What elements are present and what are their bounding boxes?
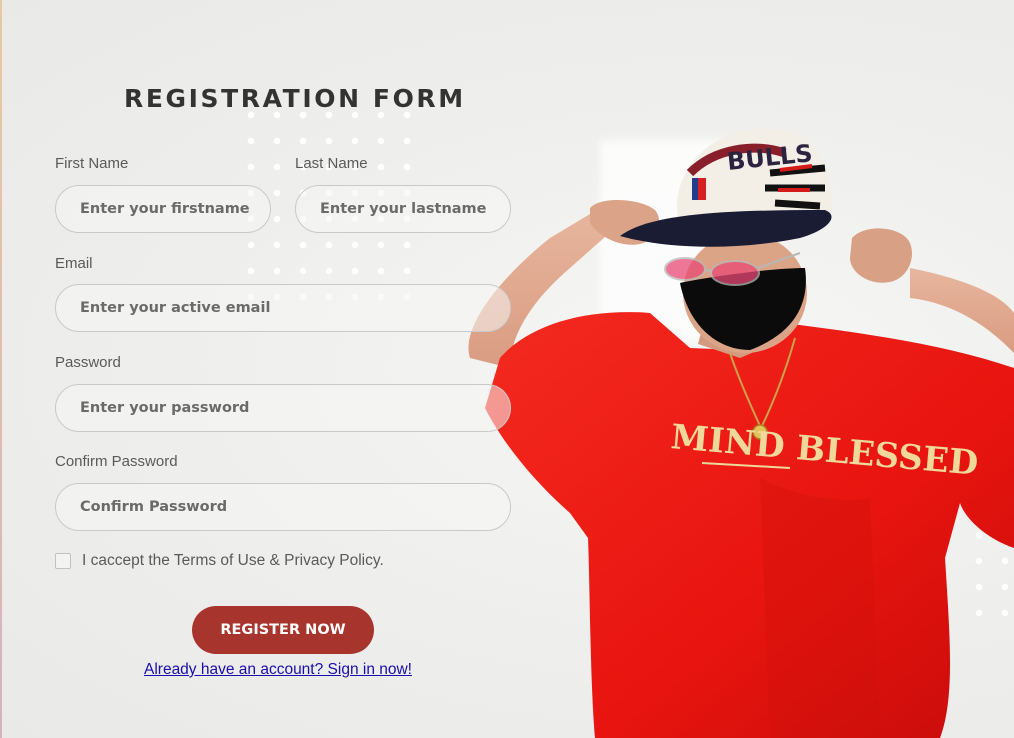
register-button[interactable]: REGISTER NOW xyxy=(192,606,374,654)
last-name-label: Last Name xyxy=(295,155,368,172)
first-name-label: First Name xyxy=(55,155,129,172)
terms-checkbox[interactable] xyxy=(55,553,71,569)
email-input[interactable] xyxy=(55,284,511,332)
hero-person-image: BULLS MIND BLESSED xyxy=(468,128,1014,738)
confirm-password-label: Confirm Password xyxy=(55,453,178,470)
page-title: REGISTRATION FORM xyxy=(124,84,466,113)
password-label: Password xyxy=(55,354,121,371)
confirm-password-input[interactable] xyxy=(55,483,511,531)
sign-in-link[interactable]: Already have an account? Sign in now! xyxy=(144,661,412,679)
registration-page: BULLS MIND BLESSED REGISTRATION FORM Fir… xyxy=(0,0,1014,738)
terms-label: I caccept the Terms of Use & Privacy Pol… xyxy=(82,552,384,569)
last-name-input[interactable] xyxy=(295,185,511,233)
password-input[interactable] xyxy=(55,384,511,432)
first-name-input[interactable] xyxy=(55,185,271,233)
email-label: Email xyxy=(55,255,93,272)
left-edge-accent xyxy=(0,0,2,738)
